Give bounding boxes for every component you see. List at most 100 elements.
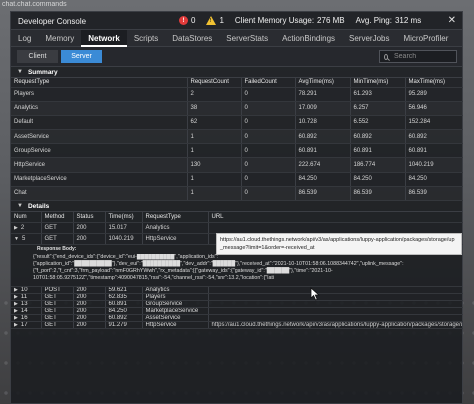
- tab-serverjobs[interactable]: ServerJobs: [342, 30, 396, 47]
- tab-actionbindings[interactable]: ActionBindings: [275, 30, 342, 47]
- details-cell: 200: [73, 314, 106, 322]
- col-header[interactable]: Time(ms): [105, 212, 143, 223]
- close-icon[interactable]: ✕: [448, 15, 456, 26]
- col-header[interactable]: MaxTime(ms): [405, 78, 463, 88]
- col-header[interactable]: Method: [41, 212, 74, 223]
- details-cell: HttpService: [142, 233, 209, 245]
- collapse-caret-icon: ▼: [17, 203, 23, 209]
- tab-microprofiler[interactable]: MicroProfiler: [396, 30, 455, 47]
- summary-cell: Chat: [11, 186, 188, 202]
- expand-caret-icon[interactable]: ▶: [14, 322, 18, 328]
- network-toolbar: Client Server: [11, 47, 462, 67]
- expand-caret-icon[interactable]: ▶: [14, 225, 18, 231]
- expand-caret-icon[interactable]: ▶: [14, 294, 18, 300]
- summary-cell: 0: [241, 186, 296, 202]
- url-cell: [208, 222, 463, 234]
- details-cell: GET: [41, 300, 74, 308]
- col-header[interactable]: RequestType: [11, 78, 188, 88]
- col-header[interactable]: AvgTime(ms): [295, 78, 351, 88]
- col-header[interactable]: Num: [11, 212, 42, 223]
- summary-cell: 6.552: [350, 115, 406, 131]
- summary-cell: 0: [241, 172, 296, 187]
- details-cell: 84.250: [105, 307, 143, 315]
- row-number-cell: ▼ 5: [11, 233, 42, 245]
- tab-log[interactable]: Log: [11, 30, 38, 47]
- tab-datastores[interactable]: DataStores: [165, 30, 219, 47]
- expand-caret-icon[interactable]: ▶: [14, 301, 18, 307]
- server-toggle[interactable]: Server: [61, 50, 102, 63]
- summary-cell: 56.946: [405, 101, 463, 116]
- col-header[interactable]: FailedCount: [241, 78, 296, 88]
- response-body-text[interactable]: {"result":{"end_device_ids":{"device_id"…: [33, 254, 453, 286]
- details-row[interactable]: ▶ 16 GET 200 60.892 AssetService: [11, 314, 463, 322]
- expand-caret-icon[interactable]: ▶: [14, 287, 18, 293]
- details-cell: HttpService: [142, 321, 209, 329]
- col-header[interactable]: RequestType: [142, 212, 209, 223]
- col-header[interactable]: Status: [73, 212, 106, 223]
- expanded-caret-icon[interactable]: ▼: [14, 236, 19, 242]
- summary-table: RequestType RequestCount FailedCount Avg…: [11, 78, 463, 202]
- details-row[interactable]: ▶ 11 GET 200 62.835 Players: [11, 293, 463, 301]
- summary-cell: 0: [241, 143, 296, 159]
- tab-serverstats[interactable]: ServerStats: [219, 30, 275, 47]
- details-row[interactable]: ▶ 17 GET 200 91.279 HttpService https://au1.cl…: [11, 321, 463, 329]
- details-row[interactable]: ▶ 2 GET 200 15.017 Analytics: [11, 222, 463, 234]
- summary-cell: 1: [187, 129, 242, 145]
- summary-header-row: RequestType RequestCount FailedCount Avg…: [11, 78, 463, 88]
- summary-row[interactable]: AssetService 1 0 60.892 60.892 60.892: [11, 129, 463, 145]
- col-header[interactable]: MinTime(ms): [350, 78, 406, 88]
- response-panel: https://au1.cloud.thethings.network/api/…: [11, 232, 462, 287]
- warning-icon[interactable]: !: [206, 16, 217, 25]
- row-number: 10: [20, 286, 28, 293]
- summary-row[interactable]: Default 62 0 10.728 6.552 152.284: [11, 115, 463, 131]
- summary-row[interactable]: Chat 1 0 86.539 86.539 86.539: [11, 186, 463, 202]
- summary-row[interactable]: Players 2 0 78.291 61.293 95.289: [11, 87, 463, 102]
- details-cell: GroupService: [142, 300, 209, 308]
- summary-row[interactable]: MarketplaceService 1 0 84.250 84.250 84.250: [11, 172, 463, 187]
- summary-cell: 84.250: [295, 172, 351, 187]
- row-number-cell: ▶ 13: [11, 300, 42, 308]
- search-icon: [384, 53, 388, 60]
- console-titlebar[interactable]: Developer Console ! 0 ! 1 Client Memory …: [11, 12, 462, 30]
- details-cell: 200: [73, 233, 106, 245]
- details-row[interactable]: ▶ 13 GET 200 60.891 GroupService: [11, 300, 463, 308]
- summary-row[interactable]: Analytics 38 0 17.009 6.257 56.946: [11, 101, 463, 116]
- details-header[interactable]: ▼ Details: [11, 201, 462, 212]
- details-cell: AssetService: [142, 314, 209, 322]
- tab-scripts[interactable]: Scripts: [127, 30, 165, 47]
- memory-value: 276 MB: [317, 16, 345, 25]
- col-header[interactable]: RequestCount: [187, 78, 242, 88]
- summary-cell: 0: [241, 101, 296, 116]
- url-cell: [208, 293, 463, 301]
- expand-caret-icon[interactable]: ▶: [14, 315, 18, 321]
- summary-cell: 152.284: [405, 115, 463, 131]
- tab-network[interactable]: Network: [81, 30, 127, 47]
- summary-row[interactable]: GroupService 1 0 60.891 60.891 60.891: [11, 143, 463, 159]
- developer-console: Developer Console ! 0 ! 1 Client Memory …: [10, 11, 463, 404]
- summary-cell: 60.892: [405, 129, 463, 145]
- warning-count: 1: [219, 16, 224, 25]
- console-stats: ! 0 ! 1 Client Memory Usage: 276 MB Avg.…: [179, 16, 421, 25]
- summary-row[interactable]: HttpService 130 0 222.674 186.774 1040.219: [11, 157, 463, 173]
- row-number: 13: [20, 300, 28, 307]
- summary-header[interactable]: ▼ Summary: [11, 67, 462, 78]
- details-cell: MarketplaceService: [142, 307, 209, 315]
- summary-cell: 60.891: [405, 143, 463, 159]
- summary-cell: Players: [11, 87, 188, 102]
- expand-caret-icon[interactable]: ▶: [14, 308, 18, 314]
- col-header[interactable]: URL: [208, 212, 463, 223]
- tab-memory[interactable]: Memory: [38, 30, 81, 47]
- error-icon[interactable]: !: [179, 16, 188, 25]
- summary-cell: 186.774: [350, 157, 406, 173]
- summary-cell: 61.293: [350, 87, 406, 102]
- summary-cell: 10.728: [295, 115, 351, 131]
- summary-cell: 78.291: [295, 87, 351, 102]
- search-input[interactable]: [394, 53, 456, 60]
- error-count: 0: [191, 16, 196, 25]
- summary-cell: 222.674: [295, 157, 351, 173]
- console-tabs: Log Memory Network Scripts DataStores Se…: [11, 30, 462, 47]
- details-row[interactable]: ▶ 14 GET 200 84.250 MarketplaceService: [11, 307, 463, 315]
- client-toggle[interactable]: Client: [17, 50, 58, 63]
- search-box[interactable]: [379, 50, 457, 63]
- details-cell: GET: [41, 222, 74, 234]
